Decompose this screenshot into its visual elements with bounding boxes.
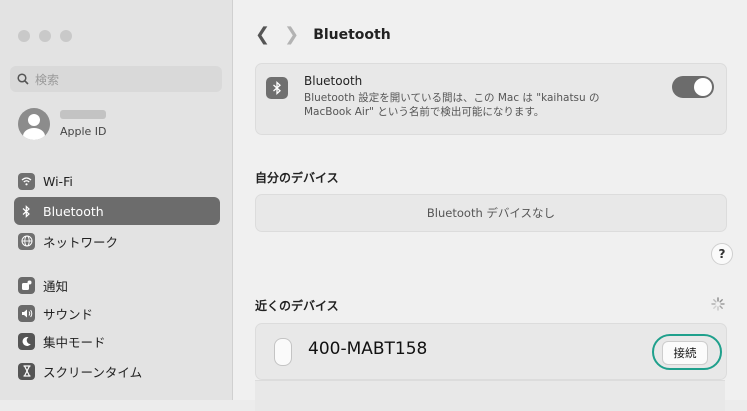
sidebar-item-focus[interactable]: 集中モード: [14, 327, 220, 355]
bluetooth-settings-card: Bluetooth Bluetooth 設定を開いている間は、この Mac は …: [255, 63, 727, 135]
apple-id-account[interactable]: Apple ID: [18, 108, 107, 140]
minimize-window-button[interactable]: [39, 30, 51, 42]
wifi-icon: [18, 172, 35, 190]
sidebar-item-notifications[interactable]: 通知: [14, 271, 220, 299]
search-input[interactable]: 検索: [10, 66, 222, 92]
bluetooth-card-title: Bluetooth: [304, 74, 363, 88]
nearby-device-row: 400-MABT158 接続: [255, 323, 727, 380]
speaker-icon: [18, 304, 35, 322]
spinner-icon: [711, 296, 725, 315]
bluetooth-icon: [266, 77, 288, 99]
mouse-icon: [274, 338, 292, 366]
sidebar-item-label: Bluetooth: [43, 203, 104, 219]
back-button[interactable]: ❮: [255, 24, 270, 45]
connect-button[interactable]: 接続: [662, 341, 708, 365]
apple-id-label: Apple ID: [60, 125, 107, 138]
sidebar-item-label: Wi-Fi: [43, 173, 73, 189]
nearby-devices-title: 近くのデバイス: [255, 299, 339, 313]
sidebar-item-label: ネットワーク: [43, 234, 119, 250]
help-button[interactable]: ?: [711, 243, 733, 265]
page-title: Bluetooth: [313, 26, 391, 43]
bluetooth-toggle[interactable]: [672, 76, 714, 98]
sidebar-item-screen-time[interactable]: スクリーンタイム: [14, 357, 220, 385]
my-devices-card: Bluetooth デバイスなし: [255, 194, 727, 232]
sidebar-item-network[interactable]: ネットワーク: [14, 227, 220, 255]
sidebar-item-label: 集中モード: [43, 334, 106, 350]
window-controls: [18, 30, 72, 42]
sidebar-item-label: サウンド: [43, 306, 94, 322]
sidebar-item-label: 通知: [43, 278, 69, 294]
account-name-blurred: [60, 110, 106, 119]
device-name: 400-MABT158: [308, 339, 428, 359]
search-placeholder: 検索: [35, 72, 60, 87]
hourglass-icon: [18, 362, 35, 380]
device-list-continuation: [255, 380, 725, 411]
sidebar-item-sound[interactable]: サウンド: [14, 299, 220, 327]
bluetooth-card-description: Bluetooth 設定を開いている間は、この Mac は "kaihatsu …: [304, 92, 600, 118]
search-icon: [17, 73, 29, 85]
no-devices-text: Bluetooth デバイスなし: [426, 206, 556, 220]
avatar: [18, 108, 50, 140]
forward-button[interactable]: ❯: [284, 24, 299, 45]
sidebar-item-wifi[interactable]: Wi-Fi: [14, 167, 220, 195]
main-pane: ❮ ❯ Bluetooth Bluetooth Bluetooth 設定を開いて…: [233, 0, 747, 411]
notification-icon: [18, 276, 35, 294]
sidebar: 検索 Apple ID Wi-Fi Bluetooth ネットワーク 通知 サウ…: [0, 0, 233, 400]
zoom-window-button[interactable]: [60, 30, 72, 42]
bluetooth-icon: [18, 203, 35, 220]
close-window-button[interactable]: [18, 30, 30, 42]
moon-icon: [18, 332, 35, 350]
my-devices-title: 自分のデバイス: [255, 171, 339, 185]
sidebar-item-label: スクリーンタイム: [43, 364, 143, 380]
globe-icon: [18, 232, 35, 250]
toolbar: ❮ ❯ Bluetooth: [255, 24, 391, 45]
sidebar-item-bluetooth[interactable]: Bluetooth: [14, 197, 220, 225]
